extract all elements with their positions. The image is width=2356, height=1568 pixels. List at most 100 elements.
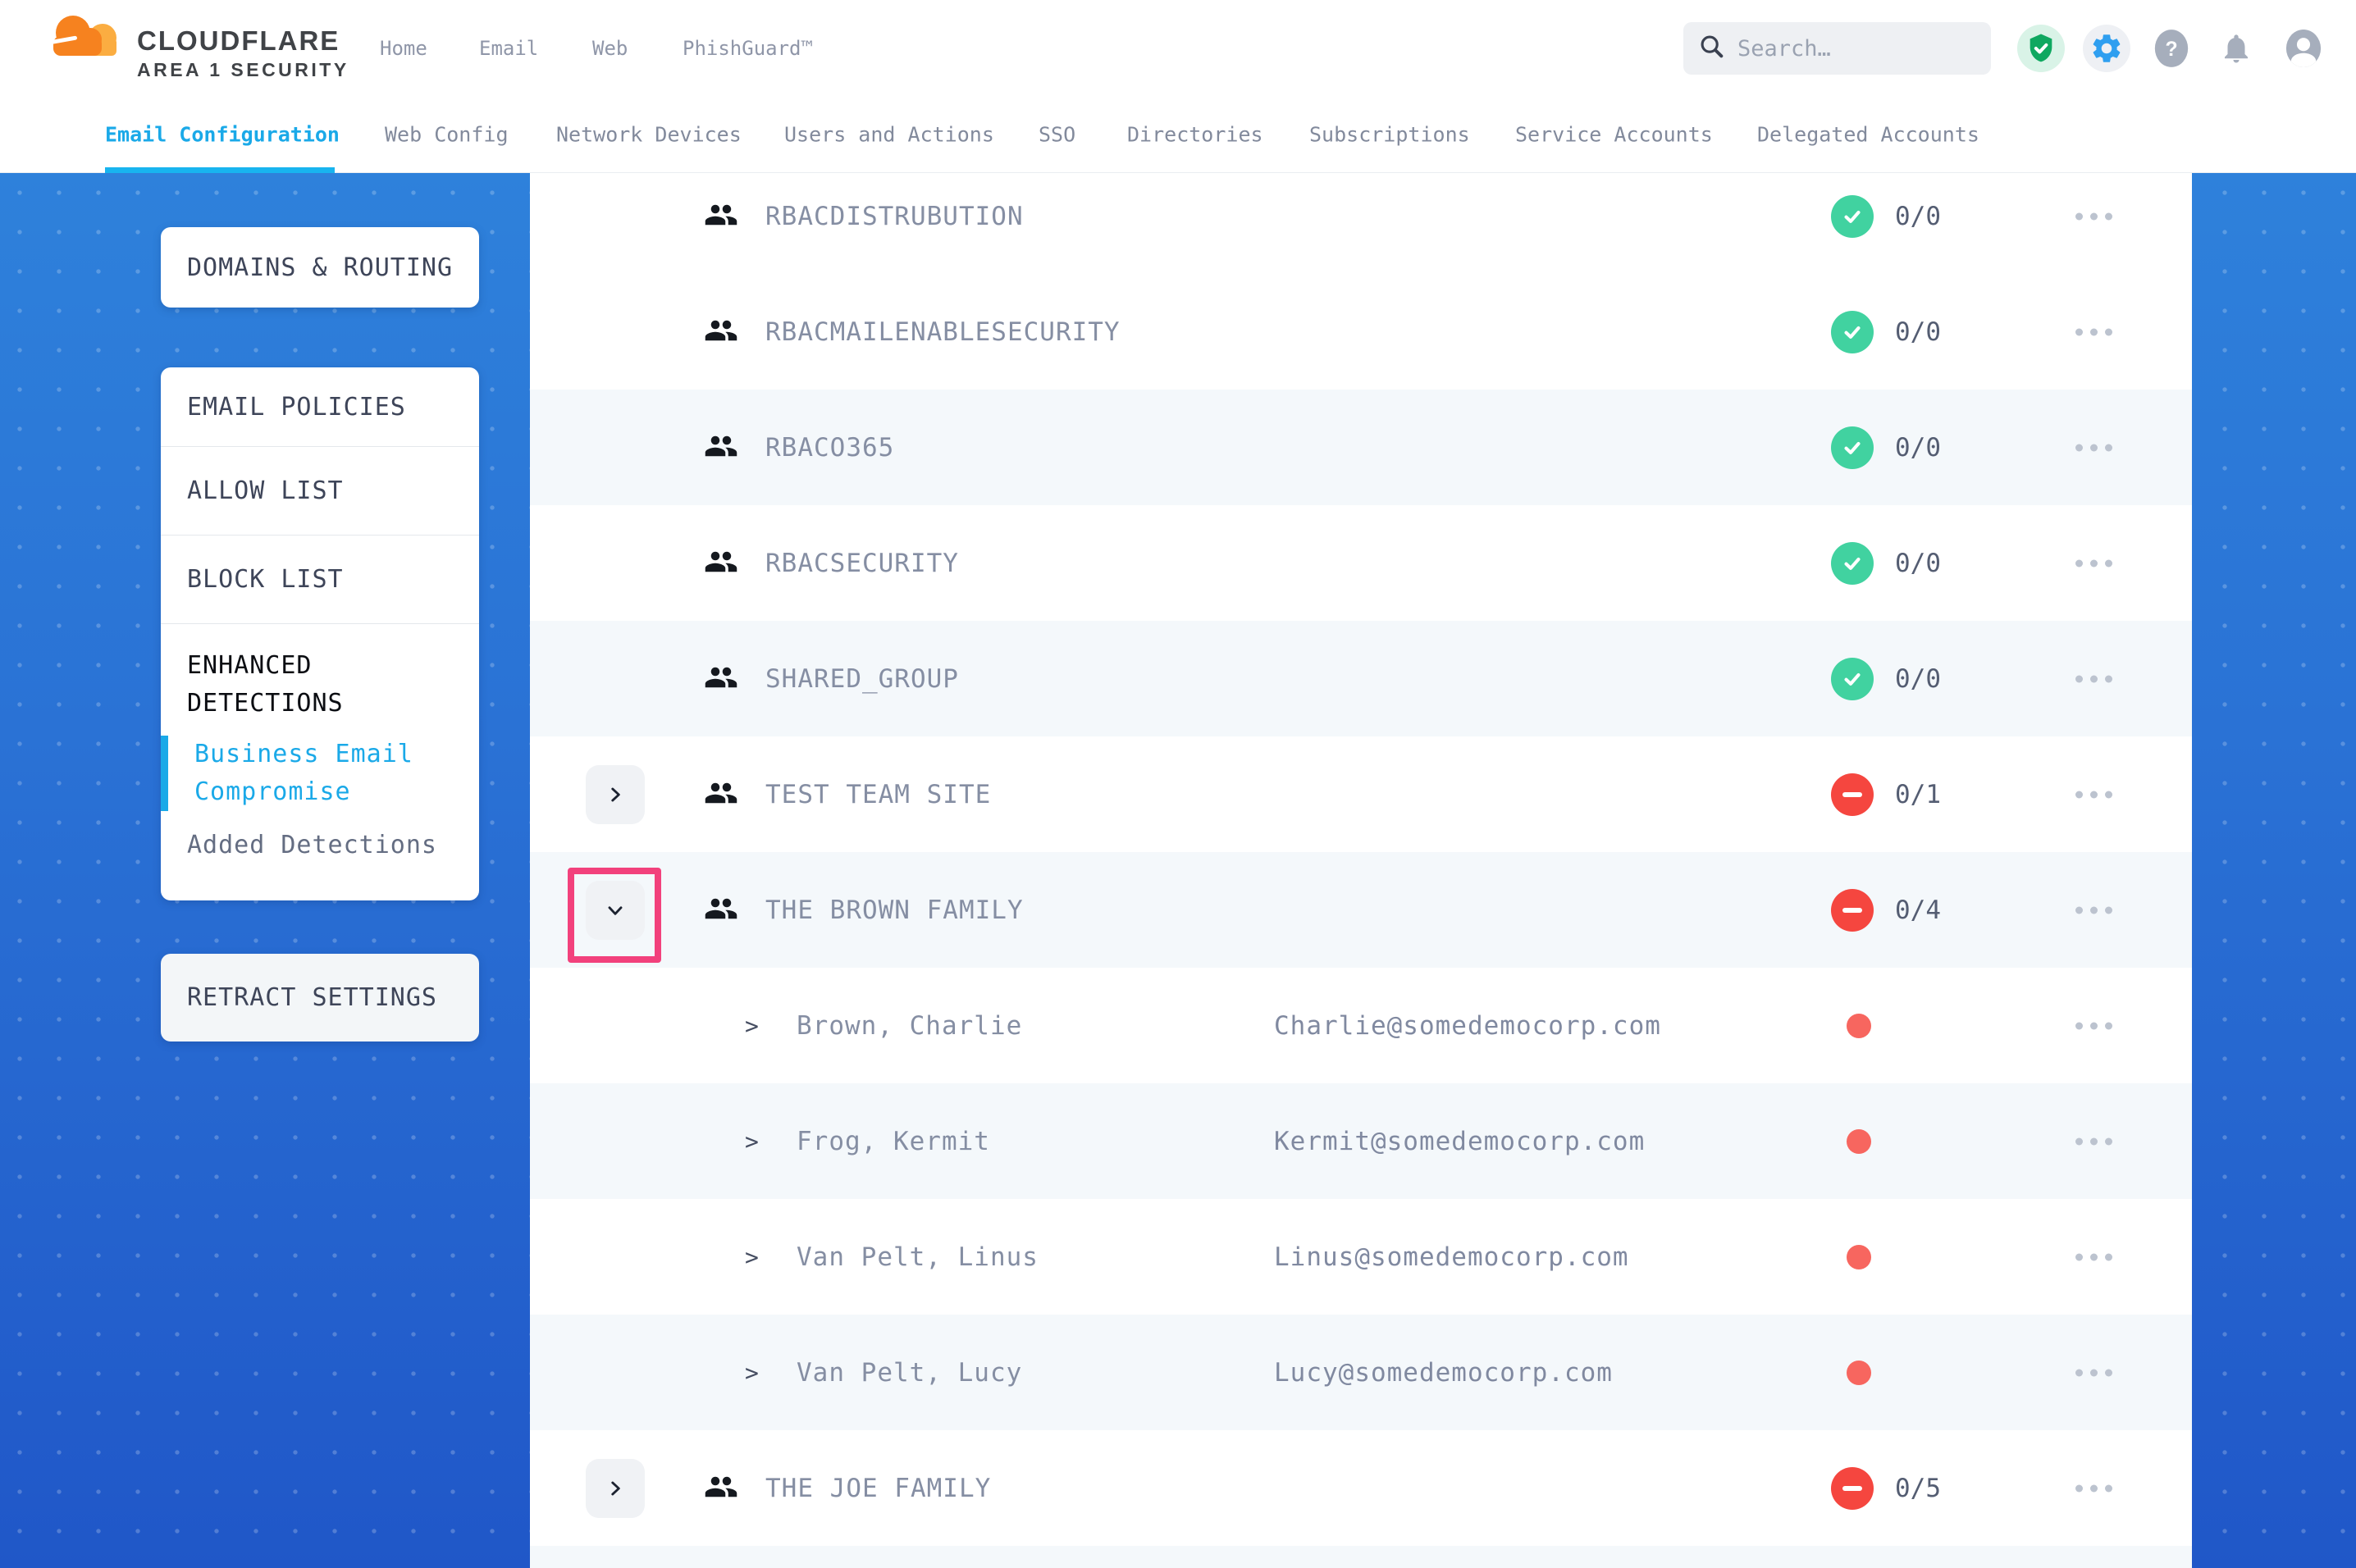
- svg-text:?: ?: [2165, 39, 2177, 61]
- group-count: 0/0: [1895, 317, 1941, 347]
- group-count: 0/1: [1895, 780, 1941, 809]
- sidebar-item-retract-settings[interactable]: RETRACT SETTINGS: [161, 954, 479, 1042]
- row-menu-button[interactable]: [2075, 559, 2112, 567]
- group-row[interactable]: RBACDISTRUBUTION0/0: [530, 173, 2192, 274]
- status-ok-icon[interactable]: [1831, 311, 1874, 353]
- group-row[interactable]: SHARED_GROUP0/0: [530, 621, 2192, 736]
- group-row[interactable]: THE JOE FAMILY 0/5: [530, 1430, 2192, 1546]
- group-row[interactable]: TEST TEAM SITE0/1: [530, 736, 2192, 852]
- expand-group-button[interactable]: [586, 765, 645, 824]
- search-input[interactable]: [1737, 36, 1976, 62]
- search-box[interactable]: [1683, 22, 1991, 75]
- nav-home[interactable]: Home: [380, 37, 427, 60]
- account-avatar-icon[interactable]: [2285, 29, 2322, 68]
- settings-gear-icon[interactable]: [2083, 25, 2130, 72]
- group-name: THE JOE FAMILY: [765, 1474, 991, 1503]
- sidebar-item-label: RETRACT SETTINGS: [161, 983, 437, 1012]
- group-people-icon: [704, 545, 738, 582]
- row-menu-button[interactable]: [2075, 328, 2112, 335]
- tab-directories[interactable]: Directories: [1127, 122, 1263, 146]
- member-row[interactable]: > Frog, Kermit Kermit@somedemocorp.com: [530, 1083, 2192, 1199]
- group-row[interactable]: RBACO3650/0: [530, 390, 2192, 505]
- status-ok-icon[interactable]: [1831, 542, 1874, 585]
- group-row[interactable]: THE BROWN FAMILY0/4: [530, 852, 2192, 968]
- group-people-icon: [704, 660, 738, 698]
- group-name: SHARED_GROUP: [765, 664, 959, 694]
- status-blocked-icon[interactable]: [1831, 889, 1874, 932]
- tab-delegated-accounts[interactable]: Delegated Accounts: [1757, 122, 1979, 146]
- status-ok-icon[interactable]: [1831, 195, 1874, 238]
- help-icon[interactable]: ?: [2153, 29, 2189, 68]
- group-count: 0/0: [1895, 433, 1941, 463]
- group-people-icon: [704, 776, 738, 814]
- group-count: 0/5: [1895, 1474, 1941, 1503]
- shield-status-icon[interactable]: [2017, 25, 2065, 72]
- row-menu-button[interactable]: [2075, 906, 2112, 914]
- sidebar-heading-enhanced-detections[interactable]: ENHANCED DETECTIONS: [187, 647, 453, 722]
- member-email: Lucy@somedemocorp.com: [1274, 1358, 1613, 1388]
- group-name: RBACMAILENABLESECURITY: [765, 317, 1121, 347]
- status-blocked-icon[interactable]: [1831, 773, 1874, 816]
- group-row[interactable]: RBACSECURITY0/0: [530, 505, 2192, 621]
- status-blocked-icon[interactable]: [1831, 1467, 1874, 1510]
- row-menu-button[interactable]: [2075, 212, 2112, 220]
- partial-next-row: [530, 1546, 2192, 1568]
- member-name: Frog, Kermit: [797, 1127, 990, 1156]
- member-status-dot: [1847, 1245, 1871, 1269]
- member-name: Van Pelt, Lucy: [797, 1358, 1022, 1388]
- sidebar-item-domains-routing[interactable]: DOMAINS & ROUTING: [161, 227, 479, 308]
- logo-wordmark: CLOUDFLARE: [137, 25, 349, 57]
- sidebar-item-business-email-compromise[interactable]: Business Email Compromise: [161, 736, 453, 811]
- member-row[interactable]: >Brown, CharlieCharlie@somedemocorp.com: [530, 968, 2192, 1083]
- row-menu-button[interactable]: [2075, 1484, 2112, 1492]
- row-menu-button[interactable]: [2075, 444, 2112, 451]
- sidebar-item-block-list[interactable]: BLOCK LIST: [161, 536, 479, 624]
- group-name: RBACSECURITY: [765, 549, 959, 578]
- sidebar-item-email-policies[interactable]: EMAIL POLICIES: [161, 367, 479, 447]
- nav-phishguard[interactable]: PhishGuard™: [683, 37, 813, 60]
- row-menu-button[interactable]: [2075, 791, 2112, 798]
- tab-users-and-actions[interactable]: Users and Actions: [784, 122, 994, 146]
- collapse-group-button[interactable]: [586, 881, 645, 940]
- group-people-icon: [704, 313, 738, 351]
- status-ok-icon[interactable]: [1831, 658, 1874, 700]
- member-chevron-icon[interactable]: >: [745, 1243, 759, 1270]
- member-email: Kermit@somedemocorp.com: [1274, 1127, 1645, 1156]
- row-menu-button[interactable]: [2075, 1137, 2112, 1145]
- member-row[interactable]: >Van Pelt, LinusLinus@somedemocorp.com: [530, 1199, 2192, 1315]
- nav-email[interactable]: Email: [479, 37, 538, 60]
- active-tab-underline: [105, 167, 335, 173]
- sidebar-item-label: EMAIL POLICIES: [161, 393, 406, 422]
- member-status-dot: [1847, 1361, 1871, 1385]
- tab-web-config[interactable]: Web Config: [385, 122, 509, 146]
- row-menu-button[interactable]: [2075, 1369, 2112, 1376]
- sidebar-item-added-detections[interactable]: Added Detections: [187, 831, 453, 859]
- member-chevron-icon[interactable]: >: [745, 1128, 759, 1155]
- tab-subscriptions[interactable]: Subscriptions: [1309, 122, 1470, 146]
- cloudflare-logo[interactable]: CLOUDFLARE AREA 1 SECURITY: [45, 8, 349, 82]
- sidebar-item-label: DOMAINS & ROUTING: [161, 253, 453, 282]
- member-chevron-icon[interactable]: >: [745, 1012, 759, 1039]
- group-people-icon: [704, 1470, 738, 1507]
- sidebar-item-allow-list[interactable]: ALLOW LIST: [161, 447, 479, 536]
- cloudflare-cloud-icon: [45, 8, 127, 61]
- tab-email-configuration[interactable]: Email Configuration: [105, 122, 340, 146]
- nav-web[interactable]: Web: [592, 37, 628, 60]
- member-chevron-icon[interactable]: >: [745, 1359, 759, 1386]
- expand-group-button[interactable]: [586, 1459, 645, 1518]
- app-root: CLOUDFLARE AREA 1 SECURITY Home Email We…: [0, 0, 2356, 1568]
- group-people-icon: [704, 198, 738, 235]
- tab-service-accounts[interactable]: Service Accounts: [1515, 122, 1713, 146]
- row-menu-button[interactable]: [2075, 1022, 2112, 1029]
- tab-sso[interactable]: SSO: [1039, 122, 1075, 146]
- notifications-bell-icon[interactable]: [2219, 31, 2253, 66]
- search-icon: [1698, 33, 1726, 64]
- sidebar-item-label: BLOCK LIST: [161, 565, 344, 594]
- row-menu-button[interactable]: [2075, 1253, 2112, 1260]
- group-row[interactable]: RBACMAILENABLESECURITY 0/0: [530, 274, 2192, 390]
- logo-subbrand: AREA 1 SECURITY: [137, 57, 349, 82]
- status-ok-icon[interactable]: [1831, 426, 1874, 469]
- tab-network-devices[interactable]: Network Devices: [556, 122, 742, 146]
- row-menu-button[interactable]: [2075, 675, 2112, 682]
- member-row[interactable]: > Van Pelt, Lucy Lucy@somedemocorp.com: [530, 1315, 2192, 1430]
